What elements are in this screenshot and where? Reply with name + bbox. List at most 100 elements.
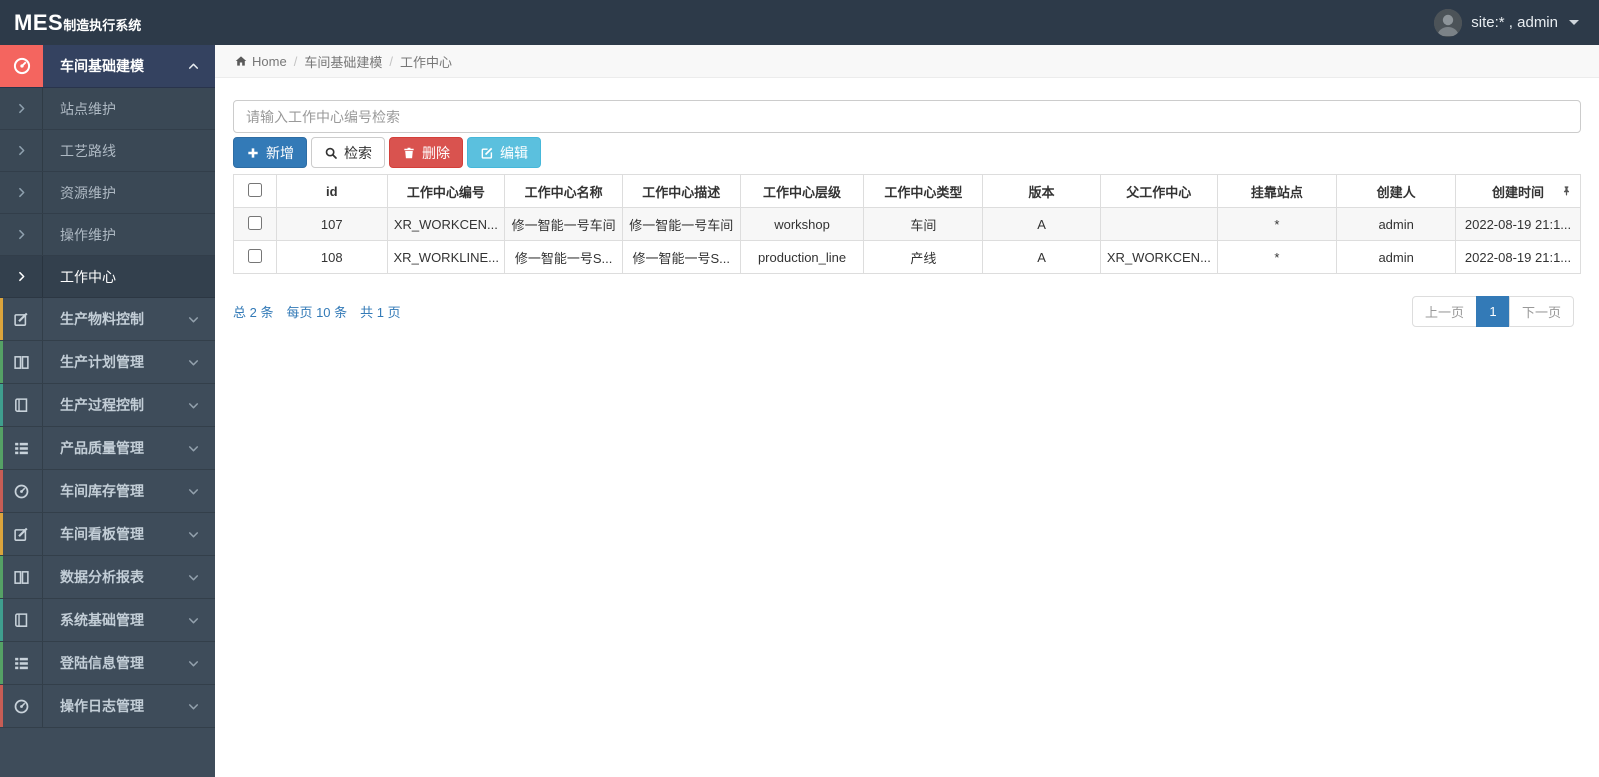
breadcrumb-item-current: 工作中心 <box>399 54 452 70</box>
breadcrumb-home[interactable]: Home <box>252 54 287 69</box>
sidebar-subitem-2[interactable]: 工艺路线 <box>0 130 215 172</box>
book-icon <box>0 599 43 641</box>
table-row[interactable]: 107 XR_WORKCEN... 修一智能一号车间 修一智能一号车间 workshop… <box>233 207 1581 241</box>
sidebar-item-7[interactable]: 数据分析报表 <box>0 556 215 599</box>
sidebar-item-label: 生产过程控制 <box>60 397 144 413</box>
sidebar-item-label: 生产物料控制 <box>60 311 144 327</box>
column-header: 创建时间 <box>1455 174 1581 208</box>
avatar <box>1434 8 1463 37</box>
sidebar-item-2[interactable]: 生产计划管理 <box>0 341 215 384</box>
delete-button[interactable]: 删除 <box>389 137 463 168</box>
table-cell: 2022-08-19 21:1... <box>1455 207 1581 241</box>
prev-page-button[interactable]: 上一页 <box>1411 296 1477 327</box>
accent-strip <box>0 556 3 598</box>
sidebar-item-3[interactable]: 生产过程控制 <box>0 384 215 427</box>
accent-strip <box>0 513 3 555</box>
sidebar-item-5[interactable]: 车间库存管理 <box>0 470 215 513</box>
sidebar-subitem-label: 工作中心 <box>60 268 116 285</box>
sidebar-subitem-label: 操作维护 <box>60 226 116 243</box>
column-header: 工作中心编号 <box>386 174 506 208</box>
table-cell: 修一智能一号S... <box>621 240 741 274</box>
sidebar-subitem-3[interactable]: 资源维护 <box>0 172 215 214</box>
column-header: 父工作中心 <box>1099 174 1218 208</box>
sidebar-subitem-label: 工艺路线 <box>60 142 116 159</box>
sidebar-item-6[interactable]: 车间看板管理 <box>0 513 215 556</box>
plus-icon <box>246 146 260 160</box>
table-cell: 产线 <box>863 240 984 274</box>
chevron-down-icon <box>187 657 200 670</box>
breadcrumb-item-1[interactable]: 车间基础建模 <box>304 52 382 71</box>
column-header: 版本 <box>982 174 1101 208</box>
table-cell: 2022-08-19 21:1... <box>1455 240 1581 274</box>
row-checkbox-cell <box>233 207 277 241</box>
user-menu[interactable]: site:* , admin <box>1434 8 1599 37</box>
page-1-button[interactable]: 1 <box>1475 296 1510 327</box>
row-checkbox[interactable] <box>247 248 262 263</box>
top-navbar: MES 制造执行系统 site:* , admin <box>0 0 1599 45</box>
button-label: 新增 <box>266 144 294 161</box>
chevron-down-icon <box>187 614 200 627</box>
chevron-right-icon <box>15 186 28 199</box>
search-input[interactable] <box>233 100 1581 133</box>
app-logo[interactable]: MES 制造执行系统 <box>0 10 141 36</box>
chevron-down-icon <box>187 485 200 498</box>
search-icon <box>324 146 338 160</box>
chevron-down-icon <box>187 442 200 455</box>
dashboard-icon <box>0 45 43 87</box>
pagination: 上一页 1 下一页 <box>1411 296 1574 327</box>
page-size[interactable]: 每页 10 条 <box>286 302 347 321</box>
sidebar-item-9[interactable]: 登陆信息管理 <box>0 642 215 685</box>
sidebar-item-label: 数据分析报表 <box>60 569 144 585</box>
next-page-button[interactable]: 下一页 <box>1508 296 1574 327</box>
add-button[interactable]: 新增 <box>233 137 307 168</box>
edit-square-icon <box>480 146 494 160</box>
sidebar-subitem-label: 站点维护 <box>60 100 116 117</box>
table-cell <box>1099 207 1218 241</box>
edit-button[interactable]: 编辑 <box>467 137 541 168</box>
accent-strip <box>0 384 3 426</box>
chevron-right-icon <box>0 214 43 255</box>
sidebar-item-10[interactable]: 操作日志管理 <box>0 685 215 728</box>
breadcrumb-separator: / <box>389 53 393 69</box>
sidebar-item-label: 登陆信息管理 <box>60 655 144 671</box>
dashboard-icon <box>0 470 43 512</box>
sidebar-item-label: 车间看板管理 <box>60 526 144 542</box>
table-cell: XR_WORKCEN... <box>386 207 506 241</box>
select-all-header-cell <box>233 174 277 208</box>
user-photo <box>1434 8 1463 37</box>
total-count[interactable]: 总 2 条 <box>233 302 273 321</box>
chevron-down-icon <box>187 356 200 369</box>
column-header: 工作中心描述 <box>621 174 741 208</box>
chevron-down-icon <box>187 571 200 584</box>
row-checkbox[interactable] <box>247 215 262 230</box>
edit-icon <box>0 298 43 340</box>
book-icon <box>0 384 43 426</box>
sidebar-item-1[interactable]: 生产物料控制 <box>0 298 215 341</box>
column-header: 创建人 <box>1336 174 1457 208</box>
button-label: 删除 <box>422 144 450 161</box>
sidebar-item-label: 系统基础管理 <box>60 612 144 628</box>
page-count[interactable]: 共 1 页 <box>360 302 400 321</box>
sidebar-item-4[interactable]: 产品质量管理 <box>0 427 215 470</box>
sidebar-subitem-4[interactable]: 操作维护 <box>0 214 215 256</box>
chevron-down-icon <box>187 399 200 412</box>
pin-icon[interactable] <box>1561 185 1572 198</box>
caret-down-icon <box>1569 20 1579 25</box>
table-row[interactable]: 108 XR_WORKLINE... 修一智能一号S... 修一智能一号S... pro… <box>233 240 1581 274</box>
columns-icon <box>0 556 43 598</box>
breadcrumb-separator: / <box>293 53 298 69</box>
table-cell: 修一智能一号车间 <box>504 207 623 241</box>
sidebar-subitem-1[interactable]: 站点维护 <box>0 88 215 130</box>
table-cell: A <box>982 240 1101 274</box>
sidebar-group-label: 车间基础建模 <box>60 58 144 74</box>
search-button[interactable]: 检索 <box>311 137 385 168</box>
column-header: id <box>275 174 388 208</box>
button-label: 检索 <box>344 144 372 161</box>
home-icon <box>234 54 248 68</box>
list-icon <box>0 427 43 469</box>
select-all-checkbox[interactable] <box>247 182 262 197</box>
sidebar-group-workshop-modeling[interactable]: 车间基础建模 <box>0 45 215 88</box>
sidebar-subitem-5[interactable]: 工作中心 <box>0 256 215 298</box>
sidebar-item-8[interactable]: 系统基础管理 <box>0 599 215 642</box>
app-logo-suffix: 制造执行系统 <box>63 17 142 33</box>
